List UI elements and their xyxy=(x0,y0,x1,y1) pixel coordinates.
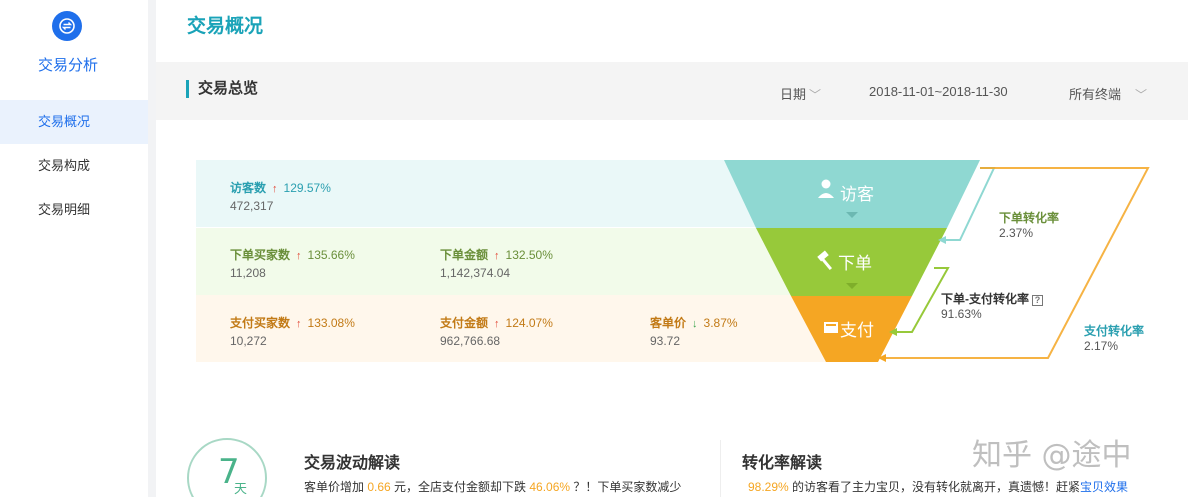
metric-unit-price: 客单价 ↓ 3.87% 93.72 xyxy=(650,314,738,348)
arrow-up-icon: ↑ xyxy=(494,250,500,262)
page-title: 交易概况 xyxy=(187,16,264,37)
metric-change: 135.66% xyxy=(307,248,355,262)
toolbar: 交易总览 日期 ﹀ 2018-11-01~2018-11-30 所有终端 ﹀ xyxy=(156,62,1188,120)
arrow-left-icon xyxy=(938,236,946,244)
sidebar: 交易分析 交易概况 交易构成 交易明细 xyxy=(0,0,148,497)
conversion-order-pay: 下单-支付转化率? 91.63% xyxy=(941,290,1043,321)
app-title: 交易分析 xyxy=(37,57,98,74)
metric-order-amount: 下单金额 ↑ 132.50% 1,142,374.04 xyxy=(440,246,553,280)
terminal-dropdown[interactable]: 所有终端 ﹀ xyxy=(1069,84,1147,103)
metric-change: 129.57% xyxy=(283,181,331,195)
exchange-icon xyxy=(52,11,82,41)
arrow-up-icon: ↑ xyxy=(296,318,302,330)
conversion-value: 2.17% xyxy=(1084,339,1119,353)
visit-order-connector xyxy=(944,167,996,241)
arrow-up-icon: ↑ xyxy=(272,183,278,195)
conversion-value: 2.37% xyxy=(999,226,1034,240)
conversion-label: 支付转化率 xyxy=(1084,324,1145,338)
funnel-label-order: 下单 xyxy=(838,254,872,274)
metric-label: 下单金额 xyxy=(440,248,489,262)
metric-value: 1,142,374.04 xyxy=(440,266,511,280)
arrow-down-icon: ↓ xyxy=(692,318,698,330)
metric-label: 下单买家数 xyxy=(230,248,291,262)
funnel-label-pay: 支付 xyxy=(840,321,874,341)
fluctuation-title: 交易波动解读 xyxy=(304,455,401,472)
metric-value: 10,272 xyxy=(230,334,267,348)
watermark: 知乎 @途中 xyxy=(972,438,1132,473)
funnel-label-visitor: 访客 xyxy=(840,185,874,205)
help-icon[interactable]: ? xyxy=(1032,295,1043,306)
conversion-card-title: 转化率解读 xyxy=(742,455,823,472)
metric-value: 93.72 xyxy=(650,334,681,348)
conversion-label: 下单转化率 xyxy=(999,211,1060,225)
date-range[interactable]: 2018-11-01~2018-11-30 xyxy=(869,84,1008,99)
sidebar-item-composition[interactable]: 交易构成 xyxy=(0,144,148,188)
product-effect-link[interactable]: 宝贝效果 xyxy=(1080,480,1128,494)
metric-label: 支付买家数 xyxy=(230,316,291,330)
terminal-label: 所有终端 xyxy=(1069,87,1122,102)
arrow-left-icon xyxy=(889,328,897,336)
sidebar-item-overview[interactable]: 交易概况 xyxy=(0,100,148,144)
sidebar-divider xyxy=(148,0,156,497)
metric-value: 472,317 xyxy=(230,199,274,213)
metric-pay-buyers: 支付买家数 ↑ 133.08% 10,272 xyxy=(230,314,355,348)
conversion-visit-order: 下单转化率 2.37% xyxy=(999,209,1059,240)
card-divider xyxy=(720,440,721,497)
date-dropdown[interactable]: 日期 ﹀ xyxy=(780,84,821,103)
chevron-down-icon: ﹀ xyxy=(809,88,822,102)
metric-order-buyers: 下单买家数 ↑ 135.66% 11,208 xyxy=(230,246,355,280)
date-label: 日期 xyxy=(780,87,807,102)
metric-visitors: 访客数 ↑ 129.57% 472,317 xyxy=(230,179,331,213)
metric-label: 访客数 xyxy=(230,181,267,195)
metric-change: 133.08% xyxy=(307,316,355,330)
metric-change: 124.07% xyxy=(505,316,553,330)
arrow-up-icon: ↑ xyxy=(494,318,500,330)
metric-change: 132.50% xyxy=(505,248,553,262)
sidebar-nav: 交易概况 交易构成 交易明细 xyxy=(0,100,148,232)
conversion-value: 91.63% xyxy=(941,307,982,321)
metric-label: 客单价 xyxy=(650,316,687,330)
days-unit: 天 xyxy=(234,481,248,496)
metric-label: 支付金额 xyxy=(440,316,489,330)
conversion-card-text: 98.29% 的访客看了主力宝贝，没有转化就离开，真遗憾！赶紧宝贝效果 xyxy=(748,480,1129,494)
arrow-up-icon: ↑ xyxy=(296,250,302,262)
fluctuation-text: 客单价增加 0.66 元，全店支付金额却下跌 46.06% ？！下单买家数减少 xyxy=(304,480,682,494)
arrow-left-icon xyxy=(878,354,886,362)
metric-value: 11,208 xyxy=(230,266,266,280)
metric-value: 962,766.68 xyxy=(440,334,501,348)
chevron-down-icon xyxy=(846,212,858,218)
chevron-down-icon: ﹀ xyxy=(1135,88,1148,102)
metric-change: 3.87% xyxy=(703,316,738,330)
conversion-label: 下单-支付转化率 xyxy=(941,292,1029,306)
metric-pay-amount: 支付金额 ↑ 124.07% 962,766.68 xyxy=(440,314,553,348)
chevron-down-icon xyxy=(846,283,858,289)
sidebar-item-details[interactable]: 交易明细 xyxy=(0,188,148,232)
conversion-visit-pay: 支付转化率 2.17% xyxy=(1084,322,1144,353)
section-title: 交易总览 xyxy=(186,80,258,98)
